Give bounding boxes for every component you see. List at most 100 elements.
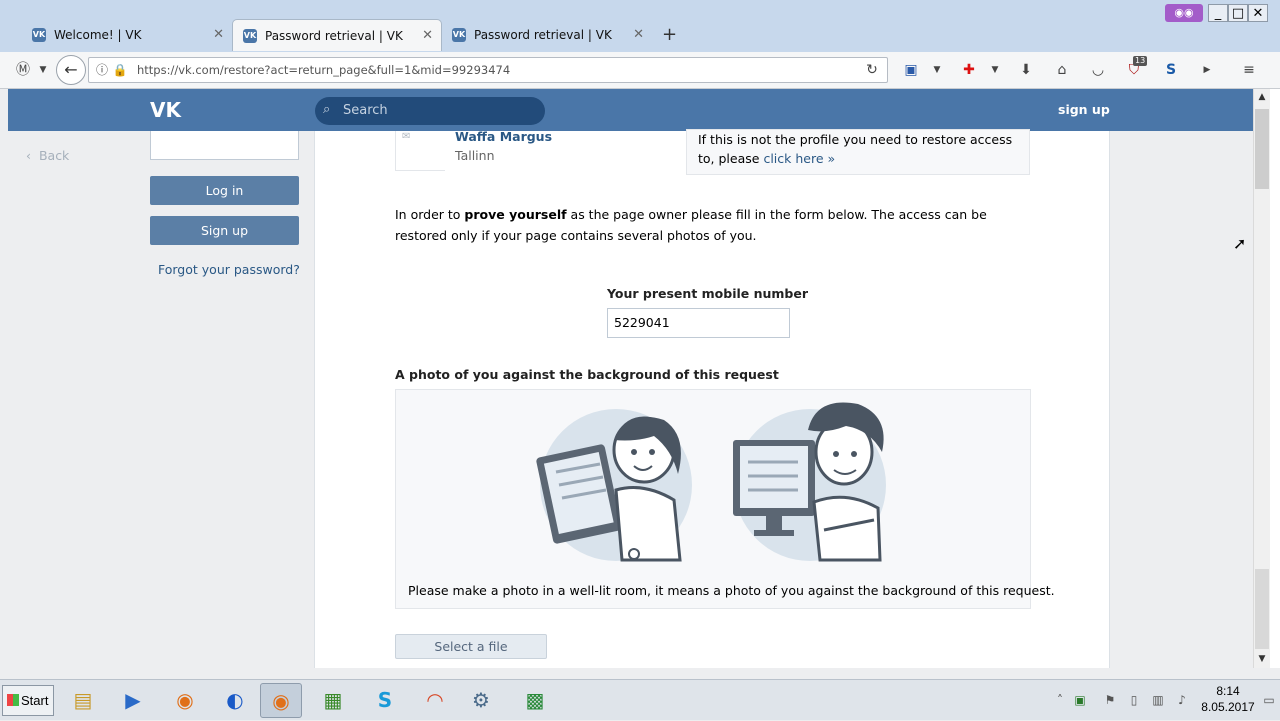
show-desktop-icon[interactable]: ▭ (1261, 692, 1277, 708)
minimize-icon[interactable]: _ (1208, 4, 1228, 22)
reload-icon[interactable]: ↻ (863, 61, 881, 79)
clock-time: 8:14 (1216, 684, 1240, 698)
tab-title: Welcome! | VK (54, 28, 142, 42)
close-tab-icon[interactable]: ✕ (213, 19, 224, 51)
lock-icon: 🔒 (112, 63, 128, 77)
phone-input[interactable]: 5229041 (607, 308, 790, 338)
select-file-button[interactable]: Select a file (395, 634, 547, 659)
boy-with-monitor-icon (733, 402, 886, 562)
vk-favicon-icon: VK (243, 29, 257, 43)
network-app-icon[interactable]: ⚙ (460, 683, 502, 718)
main-content: ✉ Waffa Margus Tallinn If this is not th… (314, 129, 1110, 668)
chevron-down-icon[interactable]: ▼ (928, 61, 946, 79)
back-link[interactable]: ‹ Back (26, 148, 69, 163)
youtube-icon[interactable]: ▶ (1198, 61, 1216, 79)
photo-label: A photo of you against the background of… (395, 367, 779, 382)
network-icon[interactable]: ▥ (1150, 692, 1166, 708)
volume-icon[interactable]: ♪ (1174, 692, 1190, 708)
wrong-profile-note: If this is not the profile you need to r… (686, 129, 1030, 175)
address-bar[interactable]: ⓘ 🔒 https://vk.com/restore?act=return_pa… (88, 57, 888, 83)
search-input[interactable]: ⌕ Search (315, 97, 545, 125)
photo-instructions-box: Please make a photo in a well-lit room, … (395, 389, 1055, 609)
windows-flag-icon (7, 694, 19, 706)
intro-bold: prove yourself (464, 207, 567, 222)
new-tab-icon[interactable]: + (662, 24, 677, 45)
password-field[interactable] (150, 131, 299, 160)
media-player-icon[interactable]: ▶ (112, 683, 154, 718)
clock[interactable]: 8:14 8.05.2017 (1198, 683, 1258, 715)
profile-city: Tallinn (455, 148, 495, 163)
tab-title: Password retrieval | VK (265, 29, 403, 43)
close-tab-icon[interactable]: ✕ (633, 19, 644, 51)
intro-text: In order to prove yourself as the page o… (395, 204, 1035, 246)
chevron-down-icon[interactable]: ▼ (986, 61, 1004, 79)
window-edge (1270, 89, 1280, 668)
tray-app-icon[interactable]: ▣ (1072, 692, 1088, 708)
back-arrow-icon[interactable]: ← (56, 55, 86, 85)
right-gutter (1110, 131, 1253, 668)
intro-before: In order to (395, 207, 461, 222)
pocket-icon[interactable]: ◡ (1089, 61, 1107, 79)
close-tab-icon[interactable]: ✕ (422, 20, 433, 52)
avatar[interactable]: ✉ (395, 131, 445, 171)
chevron-down-icon[interactable]: ▼ (34, 61, 52, 79)
image-placeholder-icon: ✉ (402, 131, 411, 142)
profile-name[interactable]: Waffa Margus (455, 129, 552, 144)
scroll-thumb[interactable] (1255, 109, 1269, 189)
start-button[interactable]: Start (2, 685, 54, 716)
tab-password-retrieval[interactable]: VK Password retrieval | VK ✕ (442, 19, 652, 51)
download-icon[interactable]: ⬇ (1017, 61, 1035, 79)
tab-welcome[interactable]: VK Welcome! | VK ✕ (22, 19, 232, 51)
signup-link[interactable]: sign up (1058, 89, 1110, 131)
left-column: ‹ Back Log in Sign up Forgot your passwo… (8, 131, 314, 668)
waterfox-icon[interactable]: ◐ (214, 683, 256, 718)
chevron-left-icon: ‹ (26, 148, 39, 163)
vk-logo[interactable]: VK (150, 97, 184, 123)
girl-with-tablet-icon (536, 409, 692, 562)
chevron-up-icon[interactable]: ˄ (1052, 692, 1068, 708)
private-mask-icon: ◉◉ (1165, 4, 1203, 22)
forgot-password-link[interactable]: Forgot your password? (158, 262, 300, 277)
flag-icon[interactable]: ⚑ (1102, 692, 1118, 708)
firefox-icon[interactable]: ◉ (164, 683, 206, 718)
chart-app-icon[interactable]: ▦ (312, 683, 354, 718)
close-window-icon[interactable]: ✕ (1248, 4, 1268, 22)
firefox-active-icon[interactable]: ◉ (260, 683, 302, 718)
search-placeholder: Search (343, 103, 388, 118)
skype-icon[interactable]: S (364, 683, 406, 718)
phone-label: Your present mobile number (607, 286, 809, 301)
home-icon[interactable]: ⌂ (1053, 61, 1071, 79)
scroll-down-icon[interactable]: ▼ (1254, 651, 1270, 668)
click-here-link[interactable]: click here » (763, 151, 835, 166)
device-icon[interactable]: ▯ (1126, 692, 1142, 708)
s-addon-icon[interactable]: S (1162, 61, 1180, 79)
windows-taskbar: Start ▤ ▶ ◉ ◐ ◉ ▦ S ◠ ⚙ ▩ ˄ ▣ ⚑ ▯ ▥ ♪ 8:… (0, 679, 1280, 720)
mouse-cursor-icon: ➚ (1233, 234, 1247, 253)
login-button[interactable]: Log in (150, 176, 299, 205)
explorer-icon[interactable]: ▤ (62, 683, 104, 718)
photo-hint-text: Please make a photo in a well-lit room, … (408, 583, 1055, 598)
addon-badge: 13 (1133, 56, 1148, 66)
save-icon[interactable]: ▣ (902, 61, 920, 79)
back-label: Back (38, 148, 70, 163)
signup-button[interactable]: Sign up (150, 216, 299, 245)
scroll-up-icon[interactable]: ▲ (1254, 89, 1270, 106)
browser-navbar: Ⓜ ▼ ← ⓘ 🔒 https://vk.com/restore?act=ret… (0, 52, 1280, 89)
addon-m-icon[interactable]: Ⓜ (14, 61, 32, 79)
tab-password-retrieval-active[interactable]: VK Password retrieval | VK ✕ (232, 19, 442, 51)
scroll-track[interactable] (1255, 569, 1269, 649)
browser-tabstrip: VK Welcome! | VK ✕ VK Password retrieval… (0, 0, 1280, 52)
hamburger-menu-icon[interactable]: ≡ (1240, 61, 1258, 79)
windows-app-icon[interactable]: ▩ (514, 683, 556, 718)
search-icon: ⌕ (323, 102, 331, 117)
maximize-icon[interactable]: □ (1228, 4, 1248, 22)
app-a-icon[interactable]: ◠ (414, 683, 456, 718)
vk-favicon-icon: VK (32, 28, 46, 42)
first-aid-icon[interactable]: ✚ (960, 61, 978, 79)
page-scrollbar[interactable]: ▲ ▼ (1253, 89, 1270, 668)
vk-header: VK ⌕ Search sign up (8, 89, 1253, 131)
url-text: https://vk.com/restore?act=return_page&f… (137, 63, 511, 77)
vk-favicon-icon: VK (452, 28, 466, 42)
info-icon[interactable]: ⓘ (93, 61, 111, 79)
tab-title: Password retrieval | VK (474, 28, 612, 42)
